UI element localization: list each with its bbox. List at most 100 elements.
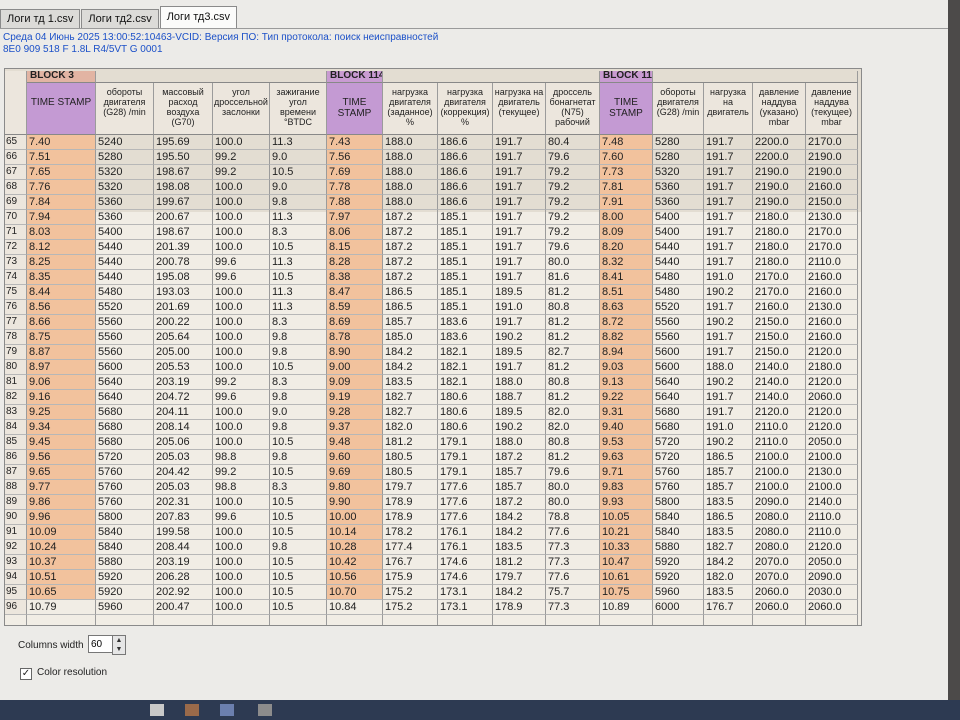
spin-up-icon[interactable]: ▲ <box>113 636 125 645</box>
table-cell[interactable]: 2160.0 <box>806 330 858 345</box>
table-cell[interactable]: 182.7 <box>383 390 438 405</box>
time-stamp-cell[interactable]: 9.16 <box>27 390 96 405</box>
row-number[interactable]: 68 <box>5 180 27 195</box>
time-stamp-cell[interactable]: 10.61 <box>600 570 653 585</box>
column-header[interactable]: TIME STAMP <box>27 83 96 135</box>
table-cell[interactable]: 189.5 <box>493 345 546 360</box>
table-cell[interactable]: 2120.0 <box>806 420 858 435</box>
table-cell[interactable]: 8.3 <box>270 225 327 240</box>
row-number[interactable]: 72 <box>5 240 27 255</box>
table-cell[interactable]: 2160.0 <box>806 315 858 330</box>
table-cell[interactable]: 100.0 <box>213 285 270 300</box>
table-cell[interactable]: 2090.0 <box>806 570 858 585</box>
table-cell[interactable]: 79.2 <box>546 225 600 240</box>
table-cell[interactable]: 5280 <box>653 135 704 150</box>
table-cell[interactable]: 2080.0 <box>753 510 806 525</box>
table-cell[interactable]: 191.7 <box>493 270 546 285</box>
table-cell[interactable]: 81.2 <box>546 360 600 375</box>
time-stamp-cell[interactable]: 9.96 <box>27 510 96 525</box>
table-cell[interactable]: 179.1 <box>438 465 493 480</box>
time-stamp-cell[interactable]: 7.81 <box>600 180 653 195</box>
table-cell[interactable]: 185.1 <box>438 270 493 285</box>
row-number[interactable]: 85 <box>5 435 27 450</box>
table-cell[interactable]: 180.6 <box>438 420 493 435</box>
table-cell[interactable]: 100.0 <box>213 300 270 315</box>
time-stamp-cell[interactable]: 10.05 <box>600 510 653 525</box>
table-cell[interactable]: 188.0 <box>704 360 753 375</box>
table-cell[interactable]: 191.7 <box>493 135 546 150</box>
table-cell[interactable]: 5920 <box>96 570 154 585</box>
table-cell[interactable]: 5840 <box>96 540 154 555</box>
table-cell[interactable]: 79.2 <box>546 180 600 195</box>
table-cell[interactable]: 2200.0 <box>753 150 806 165</box>
table-cell[interactable]: 185.7 <box>383 315 438 330</box>
table-cell[interactable]: 173.1 <box>438 600 493 615</box>
time-stamp-cell[interactable]: 8.28 <box>327 255 383 270</box>
columns-width-spinner[interactable]: ▲ ▼ <box>112 635 126 655</box>
table-cell[interactable]: 184.2 <box>383 360 438 375</box>
table-cell[interactable]: 5520 <box>96 300 154 315</box>
table-cell[interactable]: 5360 <box>96 210 154 225</box>
table-cell[interactable]: 5960 <box>96 600 154 615</box>
table-cell[interactable]: 80.0 <box>546 495 600 510</box>
table-cell[interactable]: 187.2 <box>493 495 546 510</box>
table-cell[interactable]: 10.5 <box>270 585 327 600</box>
table-cell[interactable]: 2170.0 <box>806 135 858 150</box>
table-cell[interactable]: 11.3 <box>270 255 327 270</box>
time-stamp-cell[interactable]: 9.25 <box>27 405 96 420</box>
time-stamp-cell[interactable]: 10.14 <box>327 525 383 540</box>
table-cell[interactable]: 190.2 <box>704 435 753 450</box>
table-cell[interactable]: 5920 <box>653 555 704 570</box>
table-cell[interactable]: 9.8 <box>270 390 327 405</box>
table-cell[interactable]: 5360 <box>653 195 704 210</box>
table-cell[interactable]: 181.2 <box>493 555 546 570</box>
table-cell[interactable]: 5600 <box>653 345 704 360</box>
table-cell[interactable]: 2180.0 <box>753 210 806 225</box>
table-cell[interactable]: 185.7 <box>493 480 546 495</box>
table-cell[interactable]: 10.5 <box>270 600 327 615</box>
time-stamp-cell[interactable]: 7.91 <box>600 195 653 210</box>
table-cell[interactable]: 191.7 <box>493 180 546 195</box>
table-cell[interactable]: 2180.0 <box>753 225 806 240</box>
time-stamp-cell[interactable]: 9.37 <box>327 420 383 435</box>
table-cell[interactable]: 191.7 <box>493 150 546 165</box>
column-header[interactable]: нагрузка двигателя (заданное) % <box>383 83 438 135</box>
table-cell[interactable]: 5560 <box>96 345 154 360</box>
column-header[interactable]: TIME STAMP <box>600 83 653 135</box>
table-cell[interactable]: 200.67 <box>154 210 213 225</box>
time-stamp-cell[interactable]: 8.47 <box>327 285 383 300</box>
table-cell[interactable]: 5720 <box>96 450 154 465</box>
time-stamp-cell[interactable]: 9.83 <box>600 480 653 495</box>
table-cell[interactable]: 183.5 <box>704 525 753 540</box>
table-cell[interactable]: 185.1 <box>438 225 493 240</box>
table-cell[interactable]: 9.0 <box>270 405 327 420</box>
table-cell[interactable]: 5600 <box>653 360 704 375</box>
table-cell[interactable]: 178.9 <box>383 510 438 525</box>
table-cell[interactable]: 5680 <box>96 420 154 435</box>
table-cell[interactable]: 183.6 <box>438 330 493 345</box>
table-cell[interactable]: 187.2 <box>383 210 438 225</box>
table-cell[interactable]: 191.7 <box>493 315 546 330</box>
table-cell[interactable]: 5800 <box>653 495 704 510</box>
table-cell[interactable]: 81.2 <box>546 330 600 345</box>
table-cell[interactable]: 2140.0 <box>753 375 806 390</box>
time-stamp-cell[interactable]: 7.69 <box>327 165 383 180</box>
table-cell[interactable]: 5400 <box>653 225 704 240</box>
table-cell[interactable]: 186.6 <box>438 165 493 180</box>
row-number[interactable]: 77 <box>5 315 27 330</box>
table-cell[interactable]: 2080.0 <box>753 525 806 540</box>
row-number[interactable]: 86 <box>5 450 27 465</box>
table-cell[interactable]: 180.6 <box>438 390 493 405</box>
table-cell[interactable]: 100.0 <box>213 570 270 585</box>
table-cell[interactable]: 206.28 <box>154 570 213 585</box>
time-stamp-cell[interactable]: 10.51 <box>27 570 96 585</box>
table-cell[interactable]: 5440 <box>96 255 154 270</box>
table-cell[interactable]: 189.5 <box>493 285 546 300</box>
table-cell[interactable]: 8.3 <box>270 375 327 390</box>
table-cell[interactable]: 9.8 <box>270 330 327 345</box>
time-stamp-cell[interactable]: 7.48 <box>600 135 653 150</box>
table-cell[interactable]: 189.5 <box>493 405 546 420</box>
time-stamp-cell[interactable]: 9.00 <box>327 360 383 375</box>
row-number[interactable]: 91 <box>5 525 27 540</box>
table-cell[interactable]: 77.6 <box>546 525 600 540</box>
